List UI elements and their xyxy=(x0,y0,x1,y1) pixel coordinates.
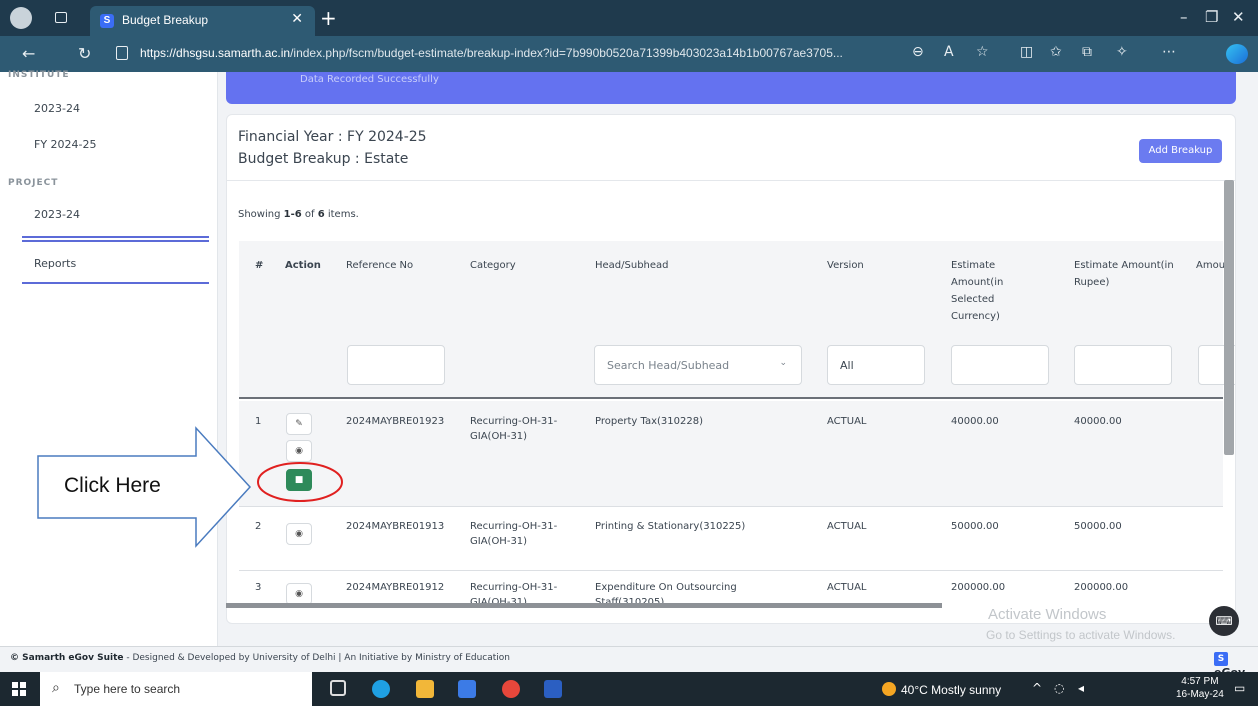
activate-windows-subtitle: Go to Settings to activate Windows. xyxy=(986,628,1176,642)
windows-taskbar: ⌕ Type here to search 40°C Mostly sunny … xyxy=(0,672,1258,706)
task-view-icon[interactable] xyxy=(330,680,346,696)
windows-start-icon[interactable] xyxy=(12,682,26,696)
weather-sun-icon xyxy=(882,682,896,696)
taskbar-search[interactable]: ⌕ Type here to search xyxy=(40,672,312,706)
edge-icon[interactable] xyxy=(372,680,390,698)
weather-widget[interactable]: 40°C Mostly sunny xyxy=(882,682,1001,697)
egov-logo-icon: S xyxy=(1214,652,1228,666)
callout-text: Click Here xyxy=(64,474,161,497)
tray-chevron-icon[interactable]: ^ xyxy=(1032,681,1042,695)
notification-icon[interactable]: ▭ xyxy=(1234,681,1245,695)
search-icon: ⌕ xyxy=(52,680,60,696)
taskbar-search-placeholder: Type here to search xyxy=(74,682,181,696)
chrome-icon[interactable] xyxy=(502,680,520,698)
store-icon[interactable] xyxy=(458,680,476,698)
page-footer: © Samarth eGov Suite - Designed & Develo… xyxy=(0,646,1258,679)
highlight-circle xyxy=(257,462,343,502)
system-clock[interactable]: 4:57 PM 16-May-24 xyxy=(1176,675,1224,701)
annotation-overlay xyxy=(37,426,343,548)
file-explorer-icon[interactable] xyxy=(416,680,434,698)
keyboard-icon[interactable]: ⌨ xyxy=(1209,606,1239,636)
footer-text: © Samarth eGov Suite - Designed & Develo… xyxy=(10,653,510,663)
network-icon[interactable]: ◌ xyxy=(1054,681,1064,695)
volume-icon[interactable]: ◂ xyxy=(1078,681,1084,695)
word-icon[interactable] xyxy=(544,680,562,698)
activate-windows-title: Activate Windows xyxy=(988,606,1107,623)
